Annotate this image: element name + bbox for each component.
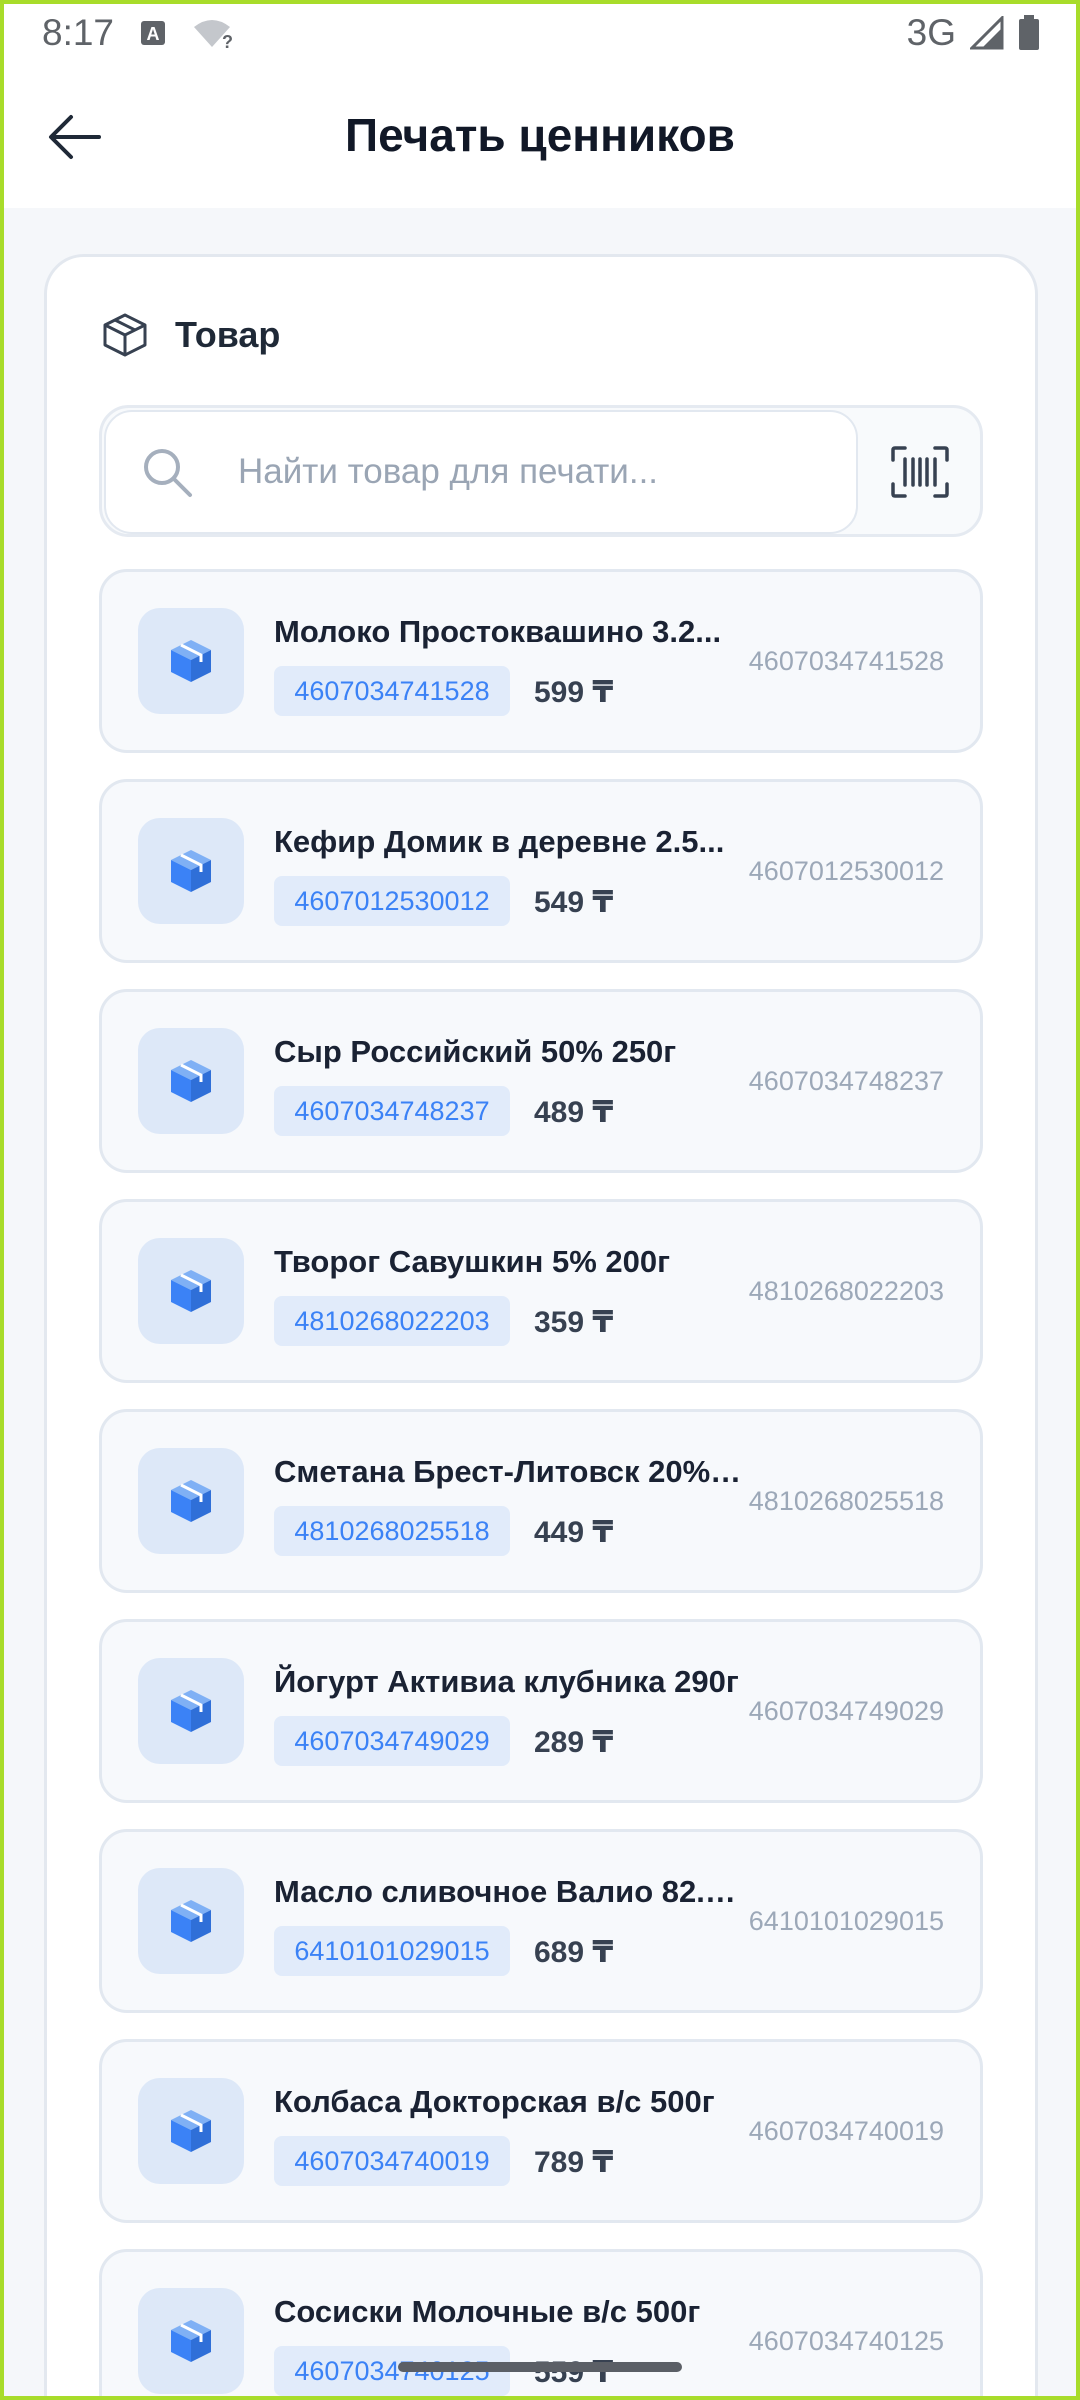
product-price: 489 ₸ — [534, 1096, 614, 1129]
barcode-scan-icon — [891, 446, 949, 498]
cube-icon — [167, 1057, 215, 1105]
product-price: 359 ₸ — [534, 1306, 614, 1339]
product-code: 4607034740019 — [748, 2116, 944, 2146]
product-name: Сметана Брест-Литовск 20% ... — [274, 1454, 744, 1489]
product-name: Сосиски Молочные в/с 500г — [274, 2294, 701, 2329]
status-time: 8:17 — [42, 12, 115, 53]
product-icon — [138, 2078, 244, 2184]
product-name: Масло сливочное Валио 82.5... — [274, 1874, 744, 1909]
cell-signal-icon — [970, 16, 1004, 50]
product-icon — [138, 818, 244, 924]
product-code: 4607012530012 — [748, 856, 944, 886]
box-icon — [103, 313, 147, 357]
barcode-scan-button[interactable] — [890, 442, 950, 502]
product-barcode-chip: 4810268025518 — [274, 1506, 510, 1556]
product-barcode-chip: 4607034749029 — [274, 1716, 510, 1766]
product-code: 4607034748237 — [748, 1066, 944, 1096]
product-name: Сыр Российский 50% 250г — [274, 1034, 677, 1069]
product-price: 599 ₸ — [534, 676, 614, 709]
product-barcode-chip: 4810268022203 — [274, 1296, 510, 1346]
product-price: 449 ₸ — [534, 1516, 614, 1549]
product-code: 4607034740125 — [748, 2326, 944, 2356]
a-notification-icon: A — [140, 20, 166, 46]
product-list-item[interactable]: Сыр Российский 50% 250г 4607034748237 489 … — [99, 989, 983, 1173]
product-icon — [138, 1448, 244, 1554]
wifi-question-icon: ? — [192, 17, 232, 49]
product-list-item[interactable]: Сметана Брест-Литовск 20% ... 48102680255… — [99, 1409, 983, 1593]
product-icon — [138, 1028, 244, 1134]
product-name: Колбаса Докторская в/с 500г — [274, 2084, 715, 2119]
product-section-card: Товар Молоко Простоквашино 3.2... 4607034… — [44, 254, 1038, 2400]
product-code: 4607034741528 — [748, 646, 944, 676]
cube-icon — [167, 637, 215, 685]
cube-icon — [167, 1267, 215, 1315]
search-bar — [99, 405, 983, 537]
search-input[interactable] — [238, 452, 798, 492]
product-icon — [138, 608, 244, 714]
page-title: Печать ценников — [345, 109, 735, 161]
product-list-item[interactable]: Кефир Домик в деревне 2.5... 460701253001… — [99, 779, 983, 963]
product-list-item[interactable]: Творог Савушкин 5% 200г 4810268022203 359 … — [99, 1199, 983, 1383]
product-name: Йогурт Активиа клубника 290г — [274, 1664, 739, 1699]
product-barcode-chip: 4607034740019 — [274, 2136, 510, 2186]
cube-icon — [167, 847, 215, 895]
product-name: Молоко Простоквашино 3.2... — [274, 614, 722, 649]
product-price: 789 ₸ — [534, 2146, 614, 2179]
product-code: 4810268025518 — [748, 1486, 944, 1516]
product-price: 559 ₸ — [534, 2356, 614, 2389]
product-barcode-chip: 4607034748237 — [274, 1086, 510, 1136]
svg-text:A: A — [147, 24, 160, 44]
section-title: Товар — [175, 314, 281, 355]
cube-icon — [167, 1687, 215, 1735]
search-icon — [140, 445, 194, 499]
product-icon — [138, 1868, 244, 1974]
product-price: 289 ₸ — [534, 1726, 614, 1759]
svg-text:?: ? — [222, 32, 232, 49]
product-price: 689 ₸ — [534, 1936, 614, 1969]
product-list: Молоко Простоквашино 3.2... 4607034741528… — [99, 569, 983, 2400]
product-icon — [138, 1658, 244, 1764]
cube-icon — [167, 2107, 215, 2155]
product-barcode-chip: 4607012530012 — [274, 876, 510, 926]
product-icon — [138, 1238, 244, 1344]
search-box[interactable] — [104, 410, 858, 534]
cube-icon — [167, 2317, 215, 2365]
product-list-item[interactable]: Сосиски Молочные в/с 500г 4607034740125 55… — [99, 2249, 983, 2400]
product-price: 549 ₸ — [534, 886, 614, 919]
battery-icon — [1018, 15, 1040, 51]
product-list-item[interactable]: Молоко Простоквашино 3.2... 4607034741528… — [99, 569, 983, 753]
product-code: 4810268022203 — [748, 1276, 944, 1306]
product-list-item[interactable]: Колбаса Докторская в/с 500г 4607034740019… — [99, 2039, 983, 2223]
product-name: Кефир Домик в деревне 2.5... — [274, 824, 725, 859]
home-indicator[interactable] — [398, 2362, 682, 2372]
product-icon — [138, 2288, 244, 2394]
product-barcode-chip: 6410101029015 — [274, 1926, 510, 1976]
cube-icon — [167, 1477, 215, 1525]
product-list-item[interactable]: Йогурт Активиа клубника 290г 460703474902… — [99, 1619, 983, 1803]
product-code: 4607034749029 — [748, 1696, 944, 1726]
product-list-item[interactable]: Масло сливочное Валио 82.5... 64101010290… — [99, 1829, 983, 2013]
app-bar: Печать ценников — [0, 66, 1080, 208]
product-name: Творог Савушкин 5% 200г — [274, 1244, 671, 1279]
network-type: 3G — [906, 12, 956, 53]
product-code: 6410101029015 — [748, 1906, 944, 1936]
cube-icon — [167, 1897, 215, 1945]
product-barcode-chip: 4607034741528 — [274, 666, 510, 716]
status-bar: 8:17 A ? 3G — [0, 0, 1080, 66]
section-header: Товар — [101, 311, 280, 359]
